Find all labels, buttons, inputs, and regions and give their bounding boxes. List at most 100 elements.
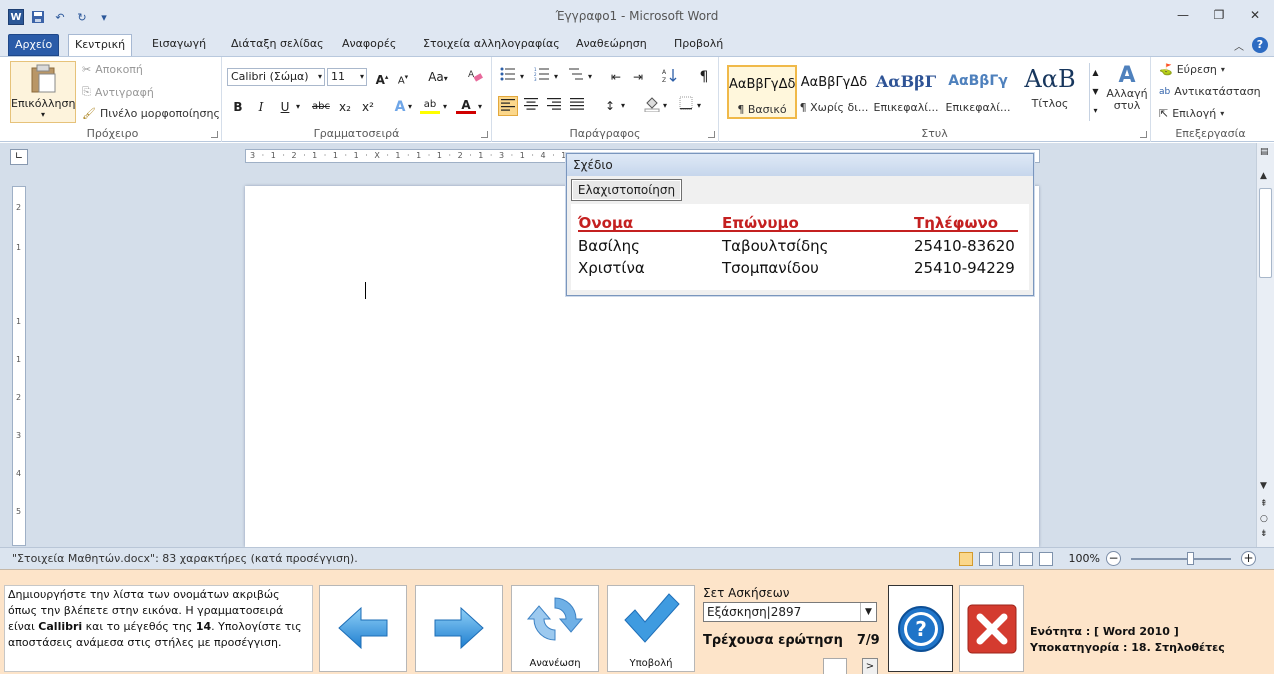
- previous-page-icon[interactable]: ⇞: [1260, 499, 1268, 509]
- bullets-icon[interactable]: [498, 67, 518, 87]
- zoom-in-icon[interactable]: +: [1241, 551, 1256, 566]
- web-layout-icon[interactable]: [998, 551, 1013, 566]
- tab-file[interactable]: Αρχείο: [8, 34, 60, 56]
- submit-button[interactable]: Υποβολή: [607, 585, 695, 672]
- tab-selector-icon[interactable]: ∟: [10, 149, 28, 165]
- text-effects-dropdown-icon[interactable]: ▾: [408, 102, 412, 111]
- subscript-button[interactable]: x₂: [335, 97, 355, 117]
- collapse-ribbon-icon[interactable]: ︿: [1234, 38, 1244, 53]
- align-center-icon[interactable]: [521, 96, 541, 116]
- change-styles-button[interactable]: A Αλλαγή στυλ: [1105, 63, 1149, 112]
- paste-button[interactable]: Επικόλληση ▾: [10, 61, 76, 123]
- browse-object-icon[interactable]: ○: [1260, 514, 1268, 524]
- previous-question-button[interactable]: [319, 585, 407, 672]
- minimize-icon[interactable]: —: [1174, 8, 1192, 26]
- format-painter-button[interactable]: 🖌 Πινέλο μορφοποίησης: [82, 107, 220, 120]
- styles-launcher-icon[interactable]: [1140, 131, 1147, 138]
- font-color-dropdown-icon[interactable]: ▾: [478, 102, 482, 111]
- clipboard-launcher-icon[interactable]: [211, 131, 218, 138]
- font-size-select[interactable]: 11 ▾: [327, 68, 367, 86]
- line-spacing-icon[interactable]: ↕: [600, 96, 620, 116]
- close-icon[interactable]: ✕: [1246, 8, 1264, 26]
- highlight-dropdown-icon[interactable]: ▾: [443, 102, 447, 111]
- multilevel-dropdown-icon[interactable]: ▾: [588, 72, 592, 81]
- replace-button[interactable]: ab Αντικατάσταση: [1159, 85, 1261, 98]
- styles-scroll-up-icon[interactable]: ▲: [1090, 63, 1101, 82]
- style-normal[interactable]: ΑαΒβΓγΔδ ¶ Βασικό: [727, 65, 797, 119]
- scroll-up-icon[interactable]: ▲: [1260, 171, 1267, 181]
- scroll-thumb[interactable]: [1259, 188, 1272, 278]
- align-right-icon[interactable]: [544, 96, 564, 116]
- tab-review[interactable]: Αναθεώρηση: [570, 34, 653, 56]
- exercise-set-select[interactable]: Εξάσκηση|2897 ▼: [703, 602, 877, 622]
- zoom-level[interactable]: 100%: [1069, 552, 1100, 565]
- tab-view[interactable]: Προβολή: [668, 34, 729, 56]
- paragraph-launcher-icon[interactable]: [708, 131, 715, 138]
- borders-icon[interactable]: [676, 96, 696, 116]
- question-number-input[interactable]: [823, 658, 847, 674]
- restore-icon[interactable]: ❐: [1210, 8, 1228, 26]
- style-title[interactable]: ΑαΒ Τίτλος: [1015, 65, 1085, 119]
- shrink-font-button[interactable]: A▾: [393, 67, 413, 87]
- sort-icon[interactable]: AZ: [660, 67, 680, 87]
- tab-references[interactable]: Αναφορές: [336, 34, 402, 56]
- sketch-window-title[interactable]: Σχέδιο: [567, 154, 1033, 176]
- find-button[interactable]: ⛳ Εύρεση ▾: [1159, 63, 1225, 76]
- shading-icon[interactable]: [642, 96, 662, 116]
- show-formatting-button[interactable]: ¶: [694, 67, 714, 87]
- exercise-set-dropdown-icon[interactable]: ▼: [860, 603, 876, 621]
- go-to-question-button[interactable]: >: [862, 658, 878, 674]
- print-layout-view-icon[interactable]: [958, 551, 973, 566]
- vertical-scrollbar[interactable]: ▤ ▲ ▼ ⇞ ○ ⇟: [1256, 143, 1274, 547]
- bullets-dropdown-icon[interactable]: ▾: [520, 72, 524, 81]
- next-question-button[interactable]: [415, 585, 503, 672]
- styles-more-icon[interactable]: ▾: [1090, 101, 1101, 120]
- italic-button[interactable]: I: [251, 97, 271, 117]
- font-family-select[interactable]: Calibri (Σώμα) ▾: [227, 68, 325, 86]
- multilevel-list-icon[interactable]: [566, 67, 586, 87]
- shading-dropdown-icon[interactable]: ▾: [663, 101, 667, 110]
- style-heading-2[interactable]: ΑαΒβΓγ Επικεφαλί...: [943, 65, 1013, 119]
- numbering-icon[interactable]: 123: [532, 67, 552, 87]
- increase-indent-icon[interactable]: ⇥: [628, 67, 648, 87]
- paste-dropdown-icon[interactable]: ▾: [11, 110, 75, 119]
- underline-dropdown-icon[interactable]: ▾: [296, 102, 300, 111]
- help-button[interactable]: ?: [888, 585, 953, 672]
- font-launcher-icon[interactable]: [481, 131, 488, 138]
- help-icon[interactable]: ?: [1252, 37, 1268, 53]
- tab-insert[interactable]: Εισαγωγή: [146, 34, 212, 56]
- refresh-button[interactable]: Ανανέωση: [511, 585, 599, 672]
- zoom-out-icon[interactable]: −: [1106, 551, 1121, 566]
- align-left-icon[interactable]: [498, 96, 518, 116]
- change-case-button[interactable]: Aa▾: [424, 67, 452, 87]
- justify-icon[interactable]: [567, 96, 587, 116]
- bold-button[interactable]: B: [228, 97, 248, 117]
- styles-scroll-down-icon[interactable]: ▼: [1090, 82, 1101, 101]
- superscript-button[interactable]: x²: [358, 97, 378, 117]
- text-effects-button[interactable]: A: [390, 97, 410, 117]
- zoom-slider[interactable]: [1131, 551, 1231, 565]
- font-color-button[interactable]: A: [456, 95, 476, 115]
- numbering-dropdown-icon[interactable]: ▾: [554, 72, 558, 81]
- scroll-down-icon[interactable]: ▼: [1260, 481, 1267, 491]
- underline-button[interactable]: U: [275, 97, 295, 117]
- style-heading-1[interactable]: ΑαΒβΓ Επικεφαλί...: [871, 65, 941, 119]
- highlight-button[interactable]: ab: [420, 95, 440, 115]
- clear-formatting-icon[interactable]: A: [465, 67, 485, 87]
- zoom-slider-knob[interactable]: [1187, 551, 1194, 565]
- next-page-icon[interactable]: ⇟: [1260, 529, 1268, 539]
- borders-dropdown-icon[interactable]: ▾: [697, 101, 701, 110]
- tab-home[interactable]: Κεντρική: [68, 34, 133, 56]
- line-spacing-dropdown-icon[interactable]: ▾: [621, 101, 625, 110]
- tab-page-layout[interactable]: Διάταξη σελίδας: [225, 34, 330, 56]
- draft-view-icon[interactable]: [1038, 551, 1053, 566]
- style-no-spacing[interactable]: ΑαΒβΓγΔδ ¶ Χωρίς δι...: [799, 65, 869, 119]
- close-exercise-button[interactable]: [959, 585, 1024, 672]
- ruler-toggle-icon[interactable]: ▤: [1260, 147, 1269, 157]
- minimize-sketch-button[interactable]: Ελαχιστοποίηση: [571, 179, 682, 201]
- select-button[interactable]: ⇱ Επιλογή ▾: [1159, 107, 1224, 120]
- decrease-indent-icon[interactable]: ⇤: [606, 67, 626, 87]
- cut-button[interactable]: ✂ Αποκοπή: [82, 63, 143, 76]
- grow-font-button[interactable]: A▴: [372, 67, 392, 87]
- strikethrough-button[interactable]: abc: [310, 97, 332, 117]
